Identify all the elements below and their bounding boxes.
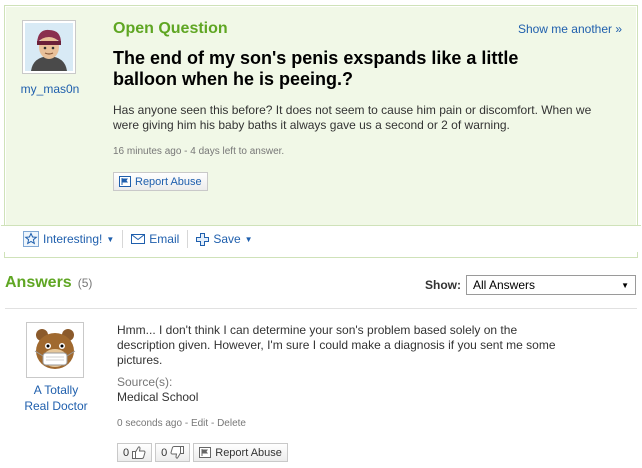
answerer-avatar-image <box>29 325 81 375</box>
thumbs-up-button[interactable]: 0 <box>117 443 153 462</box>
thumbs-up-count: 0 <box>123 446 130 459</box>
thumbs-up-icon <box>132 446 146 459</box>
star-icon <box>23 231 39 247</box>
report-abuse-question-button[interactable]: Report Abuse <box>113 172 208 191</box>
show-another-link[interactable]: Show me another » <box>518 22 622 36</box>
report-abuse-label: Report Abuse <box>215 446 282 459</box>
answerer-name-line2: Real Doctor <box>24 399 88 413</box>
answers-filter-value: All Answers <box>473 278 536 292</box>
question-title: The end of my son's penis exspands like … <box>113 48 519 89</box>
question-actions-bar: Interesting! ▼ Email Save ▼ <box>1 225 641 252</box>
thumbs-down-button[interactable]: 0 <box>155 443 191 462</box>
report-abuse-answer-button[interactable]: Report Abuse <box>193 443 288 462</box>
question-type-label: Open Question <box>113 20 228 37</box>
show-filter-label: Show: <box>425 278 461 292</box>
edit-link[interactable]: Edit <box>191 418 208 429</box>
asker-avatar-image <box>25 23 73 71</box>
answerer-name-link[interactable]: A Totally Real Doctor <box>10 382 102 414</box>
save-button[interactable]: Save ▼ <box>188 230 260 248</box>
save-label: Save <box>213 232 241 246</box>
source-label: Source(s): <box>117 375 173 389</box>
answerer-avatar[interactable] <box>26 322 84 378</box>
report-abuse-label: Report Abuse <box>135 175 202 188</box>
asker-name-link[interactable]: my_mas0n <box>10 82 90 96</box>
thumbs-down-icon <box>170 446 185 459</box>
asker-avatar[interactable] <box>22 20 76 74</box>
divider <box>5 308 637 309</box>
flag-icon <box>119 176 131 187</box>
question-detail: Has anyone seen this before? It does not… <box>113 103 592 132</box>
envelope-icon <box>131 234 146 244</box>
source-value: Medical School <box>117 390 199 404</box>
flag-icon <box>199 447 212 458</box>
interesting-button[interactable]: Interesting! ▼ <box>23 230 122 248</box>
email-button[interactable]: Email <box>123 230 187 248</box>
answers-title: Answers <box>5 274 72 291</box>
chevron-down-icon: ▼ <box>621 280 629 290</box>
answer-time: 0 seconds ago <box>117 418 183 429</box>
chevron-down-icon: ▼ <box>106 234 115 244</box>
thumbs-down-count: 0 <box>161 446 168 459</box>
answers-header: Answers (5) <box>5 274 92 292</box>
answerer-name-line1: A Totally <box>33 383 79 397</box>
interesting-label: Interesting! <box>43 232 103 246</box>
answers-filter-select[interactable]: All Answers ▼ <box>466 275 636 295</box>
delete-link[interactable]: Delete <box>217 418 246 429</box>
chevron-down-icon: ▼ <box>244 234 253 244</box>
plus-icon <box>196 232 210 246</box>
answer-vote-row: 0 0 Report Abuse <box>117 443 288 462</box>
answer-body: Hmm... I don't think I can determine you… <box>117 323 556 367</box>
question-meta: 16 minutes ago - 4 days left to answer. <box>113 146 285 157</box>
answers-count: (5) <box>77 276 93 290</box>
email-label: Email <box>149 232 180 246</box>
answer-meta: 0 seconds ago - Edit - Delete <box>117 418 246 429</box>
